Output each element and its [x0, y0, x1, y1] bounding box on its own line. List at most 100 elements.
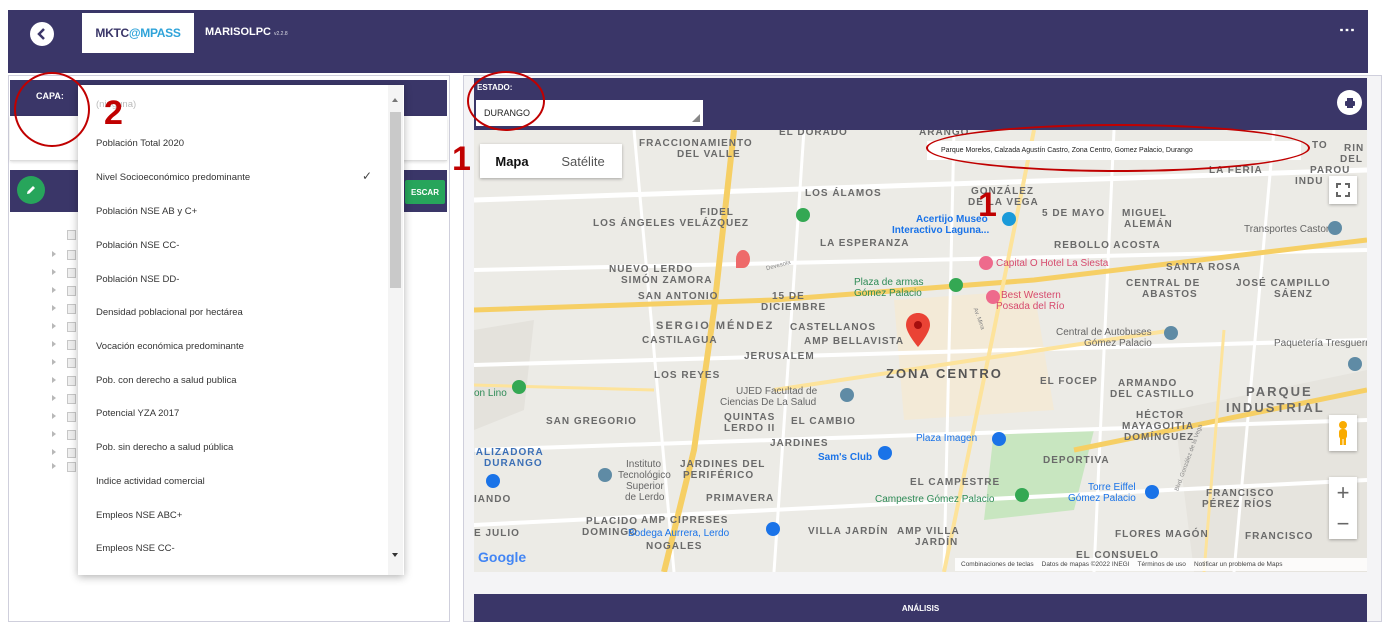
checkbox[interactable]: [67, 462, 76, 472]
checkbox[interactable]: [67, 304, 76, 314]
dropdown-option[interactable]: Población NSE DD-: [96, 274, 179, 285]
checkbox[interactable]: [67, 430, 76, 440]
poi-label[interactable]: Gómez Palacio: [854, 288, 922, 299]
tree-row[interactable]: [52, 230, 76, 240]
school-pin-icon[interactable]: [840, 388, 854, 402]
checkbox[interactable]: [67, 250, 76, 260]
museum-pin-icon[interactable]: [1002, 212, 1016, 226]
street-view-button[interactable]: [1329, 415, 1357, 451]
capa-dropdown-list[interactable]: (ninguna) Población Total 2020 Nivel Soc…: [78, 85, 404, 575]
analisis-header[interactable]: ANÁLISIS: [474, 594, 1367, 622]
poi-label[interactable]: Posada del Río: [996, 301, 1064, 312]
tree-row[interactable]: [52, 462, 76, 472]
checkbox[interactable]: [67, 358, 76, 368]
map-type-satellite[interactable]: Satélite: [544, 144, 622, 178]
poi-label[interactable]: UJED Facultad de: [736, 386, 817, 397]
attribution-link[interactable]: Combinaciones de teclas: [961, 561, 1034, 568]
expand-arrow-icon[interactable]: [52, 431, 56, 437]
expand-arrow-icon[interactable]: [52, 413, 56, 419]
dropdown-option-selected[interactable]: Nivel Socioeconómico predominante: [96, 172, 250, 183]
tree-row[interactable]: [52, 250, 76, 260]
store-pin-icon[interactable]: [1348, 357, 1362, 371]
poi-label[interactable]: Gómez Palacio: [1068, 493, 1136, 504]
tree-row[interactable]: [52, 430, 76, 440]
tree-row[interactable]: [52, 376, 76, 386]
poi-label[interactable]: Bodega Aurrera, Lerdo: [628, 528, 729, 539]
poi-label[interactable]: de Lerdo: [625, 492, 664, 503]
dropdown-option[interactable]: Población NSE CC-: [96, 240, 179, 251]
poi-label[interactable]: Torre Eiffel: [1088, 482, 1136, 493]
more-menu-icon[interactable]: ⋮: [1338, 22, 1355, 36]
dropdown-option[interactable]: Población Total 2020: [96, 138, 184, 149]
tree-row[interactable]: [52, 358, 76, 368]
checkbox[interactable]: [67, 394, 76, 404]
tree-row[interactable]: [52, 448, 76, 458]
scrollbar-thumb[interactable]: [390, 112, 401, 288]
expand-arrow-icon[interactable]: [52, 323, 56, 329]
park-pin-icon[interactable]: [949, 278, 963, 292]
attribution-link[interactable]: Términos de uso: [1138, 561, 1186, 568]
school-pin-icon[interactable]: [598, 468, 612, 482]
poi-label[interactable]: Capital O Hotel La Siesta: [996, 258, 1108, 269]
dropdown-option[interactable]: Vocación económica predominante: [96, 341, 244, 352]
checkbox[interactable]: [67, 322, 76, 332]
tree-row[interactable]: [52, 304, 76, 314]
scroll-up-icon[interactable]: [392, 98, 398, 102]
poi-label[interactable]: Paquetería Tresguerra: [1274, 338, 1367, 349]
map-type-map[interactable]: Mapa: [480, 144, 544, 178]
dropdown-option[interactable]: Empleos NSE CC-: [96, 543, 175, 554]
print-button[interactable]: [1337, 90, 1362, 115]
poi-label[interactable]: Best Western: [1001, 290, 1061, 301]
poi-label[interactable]: Campestre Gómez Palacio: [875, 494, 995, 505]
attribution-link[interactable]: Notificar un problema de Maps: [1194, 561, 1283, 568]
hotel-pin-icon[interactable]: [979, 256, 993, 270]
expand-arrow-icon[interactable]: [52, 251, 56, 257]
poi-label[interactable]: Instituto: [626, 459, 661, 470]
expand-arrow-icon[interactable]: [52, 395, 56, 401]
shopping-pin-icon[interactable]: [1145, 485, 1159, 499]
poi-label[interactable]: Gómez Palacio: [1084, 338, 1152, 349]
tree-row[interactable]: [52, 340, 76, 350]
dropdown-option[interactable]: Población NSE AB y C+: [96, 206, 197, 217]
park-pin-icon[interactable]: [512, 380, 526, 394]
tree-row[interactable]: [52, 412, 76, 422]
poi-label[interactable]: on Lino: [474, 388, 507, 399]
poi-label[interactable]: Tecnológico: [618, 470, 671, 481]
map-view[interactable]: FRACCIONAMIENTO DEL VALLE EL DORADO ARAN…: [474, 130, 1367, 572]
poi-label[interactable]: Interactivo Laguna...: [892, 225, 989, 236]
zoom-out-button[interactable]: −: [1337, 508, 1350, 539]
dropdown-option[interactable]: Pob. con derecho a salud publica: [96, 375, 237, 386]
expand-arrow-icon[interactable]: [52, 305, 56, 311]
scroll-down-icon[interactable]: [392, 553, 398, 557]
checkbox[interactable]: [67, 286, 76, 296]
edit-button[interactable]: [17, 176, 45, 204]
checkbox[interactable]: [67, 230, 76, 240]
tree-row[interactable]: [52, 322, 76, 332]
expand-arrow-icon[interactable]: [52, 359, 56, 365]
poi-label[interactable]: Plaza de armas: [854, 277, 923, 288]
park-pin-icon[interactable]: [1015, 488, 1029, 502]
expand-arrow-icon[interactable]: [52, 449, 56, 455]
poi-label[interactable]: Ciencias De La Salud: [720, 397, 816, 408]
checkbox[interactable]: [67, 340, 76, 350]
checkbox[interactable]: [67, 412, 76, 422]
back-button[interactable]: [30, 22, 54, 46]
expand-arrow-icon[interactable]: [52, 377, 56, 383]
checkbox[interactable]: [67, 376, 76, 386]
checkbox[interactable]: [67, 448, 76, 458]
checkbox[interactable]: [67, 268, 76, 278]
poi-label[interactable]: Transportes Castores: [1244, 224, 1340, 235]
poi-label[interactable]: Sam's Club: [818, 452, 872, 463]
expand-arrow-icon[interactable]: [52, 287, 56, 293]
hospital-pin-icon[interactable]: [736, 250, 750, 268]
dropdown-option[interactable]: Indice actividad comercial: [96, 476, 205, 487]
park-pin-icon[interactable]: [796, 208, 810, 222]
dropdown-option[interactable]: Densidad poblacional por hectárea: [96, 307, 243, 318]
zoom-in-button[interactable]: +: [1337, 477, 1350, 508]
tree-row[interactable]: [52, 394, 76, 404]
bus-pin-icon[interactable]: [1164, 326, 1178, 340]
dropdown-option[interactable]: Pob. sin derecho a salud pública: [96, 442, 233, 453]
poi-label[interactable]: Superior: [626, 481, 664, 492]
tree-row[interactable]: [52, 268, 76, 278]
location-marker-icon[interactable]: [906, 313, 930, 347]
